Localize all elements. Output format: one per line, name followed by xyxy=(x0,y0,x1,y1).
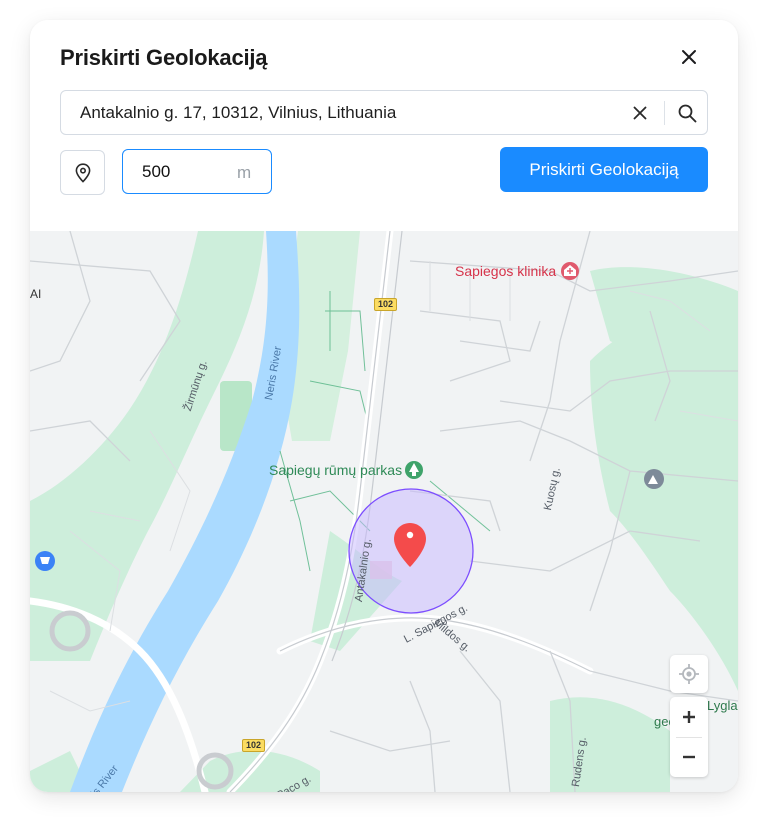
park-poi-icon xyxy=(405,461,423,479)
park-label: Sapiegų rūmų parkas xyxy=(269,462,403,478)
close-button[interactable] xyxy=(676,44,702,70)
locate-button[interactable] xyxy=(60,150,105,195)
clear-address-button[interactable] xyxy=(628,101,652,125)
close-icon xyxy=(682,50,696,64)
clear-icon xyxy=(633,106,647,120)
hospital-poi-icon xyxy=(561,262,579,280)
road-number-badge: 102 xyxy=(374,298,398,311)
plus-icon xyxy=(683,711,695,723)
map-view[interactable]: Sapiegos klinika Sapiegų rūmų parkas Ner… xyxy=(30,231,738,792)
minus-icon xyxy=(683,755,695,759)
dialog-title: Priskirti Geolokaciją xyxy=(60,45,268,70)
assign-geolocation-button[interactable]: Priskirti Geolokaciją xyxy=(500,147,708,192)
map-canvas[interactable] xyxy=(30,231,738,792)
edge-label: AI xyxy=(30,287,42,301)
dialog-header: Priskirti Geolokaciją Antakalnio g. 17, … xyxy=(30,20,738,231)
mountain-poi-icon xyxy=(644,469,664,489)
field-divider xyxy=(664,101,665,125)
zoom-in-button[interactable] xyxy=(670,698,708,736)
poi-label-lygl-1: Lygla xyxy=(707,698,738,713)
search-icon xyxy=(678,104,696,122)
recenter-button[interactable] xyxy=(670,655,708,693)
shopping-poi-icon xyxy=(35,551,55,571)
zoom-controls xyxy=(670,697,708,777)
address-search-field[interactable]: Antakalnio g. 17, 10312, Vilnius, Lithua… xyxy=(60,90,708,135)
zoom-out-button[interactable] xyxy=(670,738,708,776)
radius-input-field[interactable]: 500 m xyxy=(122,149,272,194)
radius-input[interactable]: 500 xyxy=(142,162,170,182)
road-number-badge: 102 xyxy=(242,739,266,752)
location-pin-icon xyxy=(75,162,90,183)
crosshair-icon xyxy=(679,664,699,684)
geolocation-dialog: Priskirti Geolokaciją Antakalnio g. 17, … xyxy=(30,20,738,792)
address-input[interactable]: Antakalnio g. 17, 10312, Vilnius, Lithua… xyxy=(80,103,396,123)
clinic-label: Sapiegos klinika xyxy=(455,263,557,279)
radius-unit: m xyxy=(237,163,252,182)
search-button[interactable] xyxy=(674,100,700,126)
